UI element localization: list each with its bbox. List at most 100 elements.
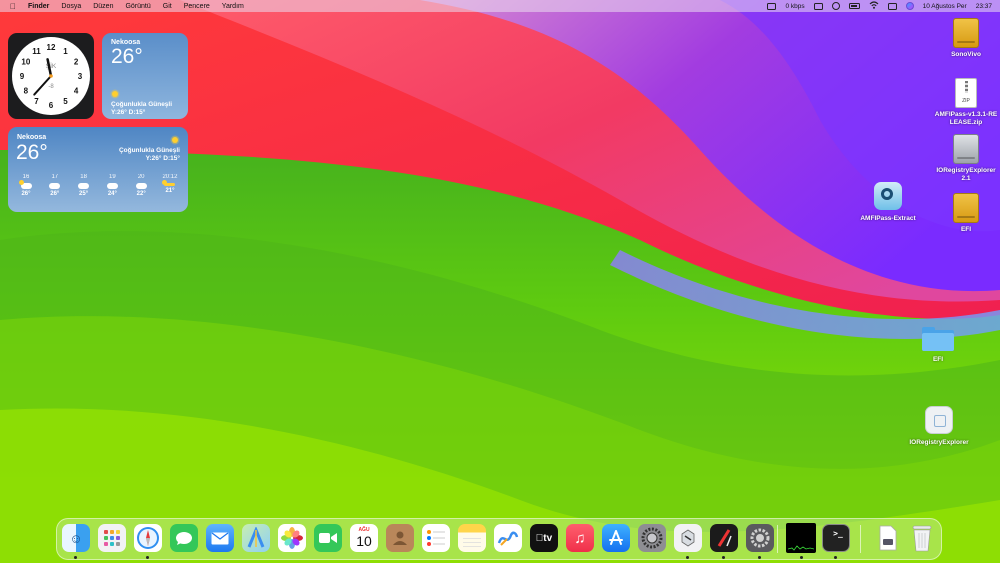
finder-icon[interactable]: ☺	[62, 524, 90, 552]
forecast-time: 16	[22, 174, 30, 180]
menu-git[interactable]: Git	[163, 3, 172, 10]
desktop-item-amfipass-zip[interactable]: ZIP AMFIPass-v1.3.1-RELEASE.zip	[924, 78, 1000, 127]
hourly-forecast: 16 26° 17 26° 18 25° 19 24° 20 22° 20:12…	[14, 174, 182, 197]
desktop-item-sonovivo[interactable]: SonoVivo	[924, 18, 1000, 59]
app-store-icon[interactable]	[602, 524, 630, 552]
battery-icon[interactable]	[848, 3, 860, 9]
desktop-item-label: AMFIPass-Extract	[860, 215, 916, 222]
cloud-icon	[106, 183, 118, 189]
safari-icon[interactable]	[134, 524, 162, 552]
menu-duzen[interactable]: Düzen	[93, 3, 113, 10]
forecast-hour: 16 26°	[14, 174, 38, 197]
forecast-temp: 22°	[136, 191, 146, 197]
forecast-hour: 20:12 21°	[158, 174, 182, 197]
partly-sunny-icon	[18, 180, 32, 189]
apple-tv-icon[interactable]: tv	[530, 524, 558, 552]
weather-condition: Çoğunlukla Güneşli	[118, 147, 180, 154]
weather-temperature: 26°	[16, 141, 48, 164]
apple-logo-icon[interactable]: 	[10, 2, 16, 11]
freeform-icon[interactable]	[494, 524, 522, 552]
forecast-time: 18	[80, 174, 87, 180]
music-icon[interactable]: ♫	[566, 524, 594, 552]
menu-goruntu[interactable]: Görüntü	[125, 3, 150, 10]
running-indicator	[74, 556, 77, 559]
folder-icon	[922, 327, 954, 351]
terminal-icon[interactable]: >_	[822, 524, 850, 552]
wifi-icon[interactable]	[869, 1, 879, 11]
weather-temperature: 26°	[111, 45, 143, 68]
running-indicator	[146, 556, 149, 559]
weather-widget-large[interactable]: Nekoosa 26° Çoğunlukla Güneşli Y:26° D:1…	[8, 127, 188, 212]
menu-pencere[interactable]: Pencere	[184, 3, 210, 10]
external-drive-icon	[953, 193, 979, 223]
apple-tv-label: tv	[536, 532, 552, 544]
keyboard-icon[interactable]	[767, 2, 777, 10]
menu-yardim[interactable]: Yardım	[222, 3, 244, 10]
desktop-item-label: IORegistryExplorer	[909, 439, 969, 446]
cloud-icon	[135, 183, 147, 189]
facetime-icon[interactable]	[314, 524, 342, 552]
running-indicator	[686, 556, 689, 559]
maps-icon[interactable]	[242, 524, 270, 552]
clock-numeral: 6	[49, 101, 54, 110]
clock-dial: ŞİK -8 12 1234567891011	[20, 43, 83, 110]
forecast-temp: 21°	[165, 188, 175, 194]
cloud-icon	[49, 183, 61, 189]
weather-widget-small[interactable]: Nekoosa 26° Çoğunlukla Güneşli Y:26° D:1…	[102, 33, 188, 119]
desktop-item-label: EFI	[960, 226, 972, 233]
clock-center-pin	[49, 74, 53, 78]
disk-utility-icon[interactable]	[674, 524, 702, 552]
calendar-day: 10	[356, 533, 372, 549]
analog-clock-face: ŞİK -8 12 1 2 3 4 5 6 7 8 9 10 11	[12, 37, 90, 115]
clock-numeral: 4	[74, 87, 79, 96]
desktop-item-amfipass-extract[interactable]: AMFIPass-Extract	[846, 182, 930, 223]
desktop-item-efi-drive[interactable]: EFI	[924, 193, 1000, 234]
clock-numeral: 9	[20, 72, 25, 81]
running-indicator	[834, 556, 837, 559]
menu-bar:  Finder Dosya Düzen Görüntü Git Pencere…	[0, 0, 1000, 12]
photos-icon[interactable]	[278, 524, 306, 552]
mail-icon[interactable]	[206, 524, 234, 552]
gear-icon[interactable]	[746, 524, 774, 552]
notes-icon[interactable]	[458, 524, 486, 552]
siri-icon[interactable]	[905, 2, 914, 10]
messages-icon[interactable]	[170, 524, 198, 552]
menu-date[interactable]: 10 Ağustos Per	[923, 3, 967, 10]
forecast-temp: 25°	[79, 191, 89, 197]
contacts-icon[interactable]	[386, 524, 414, 552]
desktop-item-efi-folder[interactable]: EFI	[896, 325, 980, 364]
dock: ☺ AĞU 10 tv ♫	[56, 518, 942, 560]
clock-widget[interactable]: ŞİK -8 12 1 2 3 4 5 6 7 8 9 10 11	[8, 33, 94, 119]
menu-time[interactable]: 23:37	[976, 3, 992, 10]
forecast-hour: 18 25°	[72, 174, 96, 197]
reminders-icon[interactable]	[422, 524, 450, 552]
user-icon[interactable]	[831, 2, 840, 10]
clock-numeral: 3	[78, 72, 83, 81]
running-indicator	[722, 556, 725, 559]
network-speed[interactable]: 0 kbps	[785, 3, 804, 10]
activity-monitor-icon[interactable]	[786, 523, 816, 553]
running-indicator	[758, 556, 761, 559]
disk-image-icon	[953, 134, 979, 164]
desktop-item-label: AMFIPass-v1.3.1-RELEASE.zip	[934, 111, 998, 126]
desktop-item-ioregistry-dmg[interactable]: IORegistryExplorer 2.1	[924, 134, 1000, 183]
menu-app-name[interactable]: Finder	[28, 3, 49, 10]
document-icon[interactable]	[874, 524, 902, 552]
weather-high-low: Y:26° D:15°	[111, 109, 146, 116]
script-editor-icon[interactable]	[710, 524, 738, 552]
system-settings-icon[interactable]	[638, 524, 666, 552]
forecast-temp: 24°	[107, 191, 117, 197]
display-icon[interactable]	[813, 2, 823, 10]
forecast-time: 20	[137, 174, 145, 180]
control-center-icon[interactable]	[887, 2, 897, 10]
zip-badge: ZIP	[962, 98, 970, 104]
clock-numeral: 2	[74, 58, 79, 67]
external-drive-icon	[953, 18, 979, 48]
weather-high-low: Y:26° D:15°	[145, 155, 180, 162]
calendar-icon[interactable]: AĞU 10	[350, 524, 378, 552]
clock-numeral: 5	[63, 97, 68, 106]
desktop-item-ioregistry-app[interactable]: IORegistryExplorer	[897, 406, 981, 447]
trash-icon[interactable]	[908, 524, 936, 552]
launchpad-icon[interactable]	[98, 524, 126, 552]
menu-dosya[interactable]: Dosya	[61, 3, 81, 10]
